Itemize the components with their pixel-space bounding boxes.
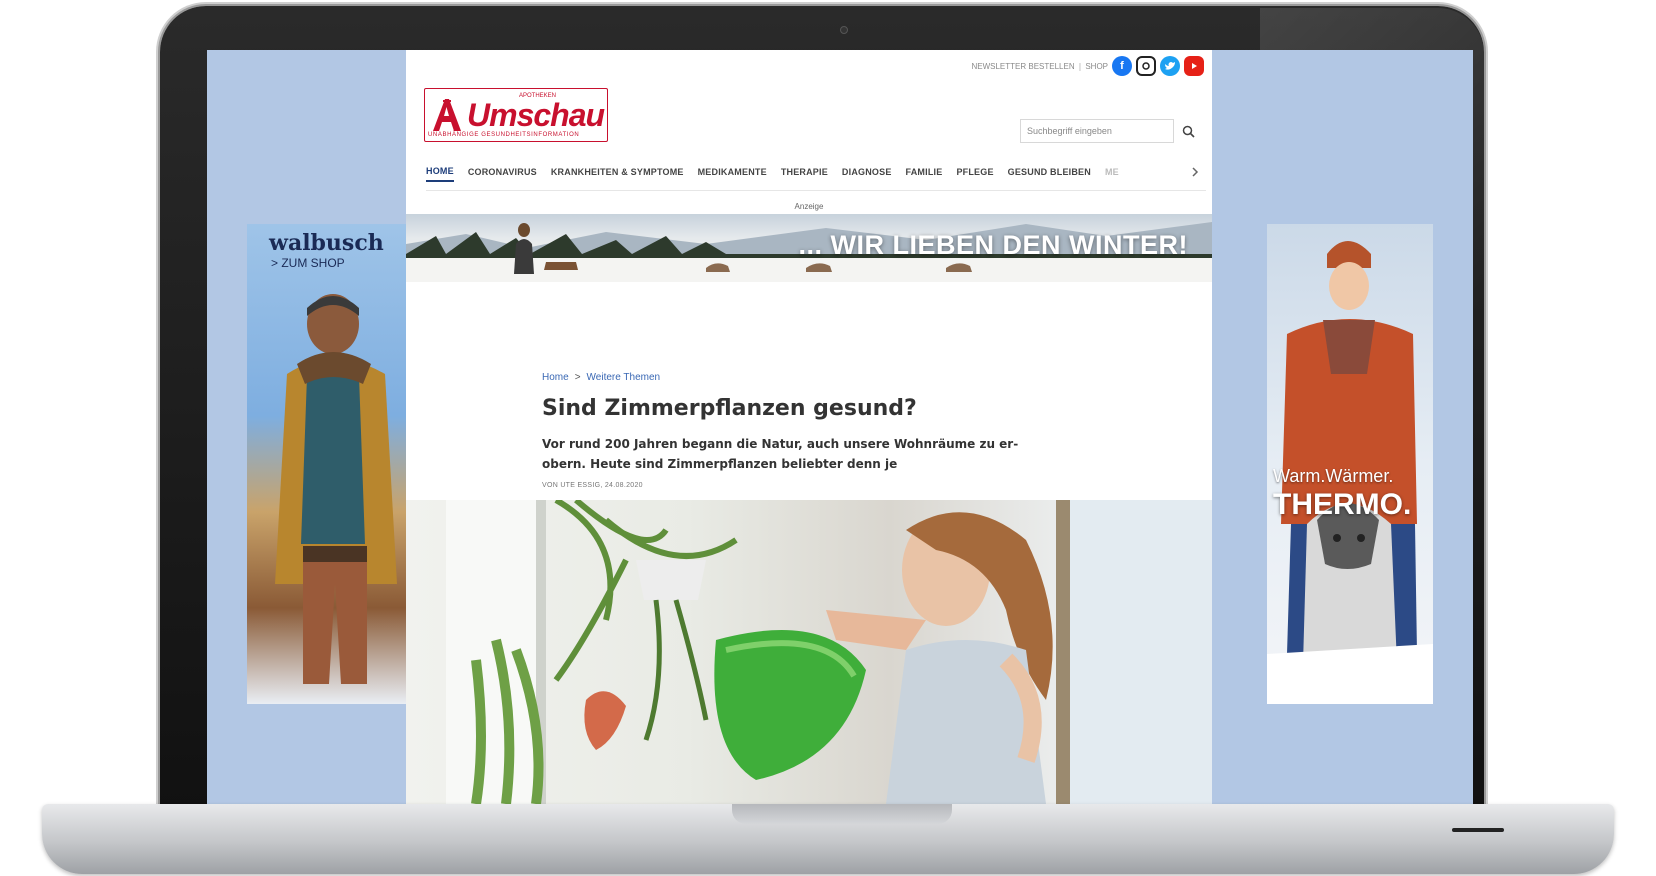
- logo-name: Umschau: [467, 97, 605, 133]
- breadcrumb-separator: >: [574, 372, 581, 383]
- laptop-base-notch: [732, 804, 952, 824]
- nav-item-pflege[interactable]: PFLEGE: [956, 167, 993, 181]
- nav-item-familie[interactable]: FAMILIE: [906, 167, 943, 181]
- browser-screen: walbusch > ZUM SHOP Warm.Wärmer. THERMO.…: [207, 50, 1473, 804]
- ad-left-model-image: [275, 294, 397, 684]
- ad-left-brand: walbusch: [269, 230, 384, 256]
- nav-item-coronavirus[interactable]: CORONAVIRUS: [468, 167, 537, 181]
- logo-tagline: UNABHÄNGIGE GESUNDHEITSINFORMATION: [428, 132, 580, 138]
- banner-headline: ... WIR LIEBEN DEN WINTER!: [798, 230, 1188, 260]
- instagram-icon[interactable]: [1136, 56, 1156, 76]
- facebook-icon[interactable]: f: [1112, 56, 1132, 76]
- topbar-separator: |: [1078, 61, 1082, 71]
- main-nav: HOME CORONAVIRUS KRANKHEITEN & SYMPTOME …: [426, 162, 1206, 186]
- hero-plant-woman-illustration: [446, 500, 1212, 804]
- search-bar: [1020, 118, 1206, 144]
- breadcrumb: Home > Weitere Themen: [542, 372, 660, 383]
- youtube-icon[interactable]: [1184, 56, 1204, 76]
- article-title: Sind Zimmerpflanzen gesund?: [542, 396, 917, 421]
- shop-link[interactable]: SHOP: [1085, 62, 1108, 71]
- ad-right-tagline: Warm.Wärmer.: [1273, 466, 1394, 486]
- article-hero-image: [406, 500, 1212, 804]
- logo-small-label: APOTHEKEN: [519, 93, 557, 99]
- nav-item-truncated[interactable]: ME: [1105, 167, 1119, 181]
- nav-item-home[interactable]: HOME: [426, 166, 454, 182]
- article-lead-line-2: obern. Heute sind Zimmerpflanzen beliebt…: [542, 457, 898, 471]
- winter-banner-ad[interactable]: ... WIR LIEBEN DEN WINTER!: [406, 214, 1212, 282]
- nav-divider: [426, 190, 1206, 191]
- laptop-base: [42, 804, 1614, 874]
- newsletter-link[interactable]: NEWSLETTER BESTELLEN: [971, 62, 1074, 71]
- ad-right-brand: THERMO.: [1273, 488, 1412, 521]
- ad-right-thermo[interactable]: Warm.Wärmer. THERMO.: [1267, 224, 1433, 704]
- article-byline: VON UTE ESSIG, 24.08.2020: [542, 482, 643, 489]
- chevron-right-icon[interactable]: [1190, 166, 1206, 182]
- ad-label: Anzeige: [794, 202, 824, 211]
- nav-item-therapie[interactable]: THERAPIE: [781, 167, 828, 181]
- topbar: NEWSLETTER BESTELLEN | SHOP f: [971, 56, 1204, 76]
- nav-item-medikamente[interactable]: MEDIKAMENTE: [698, 167, 767, 181]
- breadcrumb-home[interactable]: Home: [542, 372, 569, 383]
- breadcrumb-weitere-themen[interactable]: Weitere Themen: [587, 372, 661, 383]
- ad-right-model-image: [1267, 241, 1433, 704]
- search-input[interactable]: [1020, 119, 1174, 143]
- ad-left-walbusch[interactable]: walbusch > ZUM SHOP: [247, 224, 413, 704]
- nav-item-diagnose[interactable]: DIAGNOSE: [842, 167, 892, 181]
- search-icon[interactable]: [1174, 119, 1202, 143]
- nav-item-gesund-bleiben[interactable]: GESUND BLEIBEN: [1008, 167, 1091, 181]
- ad-left-cta[interactable]: > ZUM SHOP: [271, 256, 345, 270]
- article-lead-line-1: Vor rund 200 Jahren begann die Natur, au…: [542, 437, 1019, 451]
- article-lead: Vor rund 200 Jahren begann die Natur, au…: [542, 434, 1062, 474]
- laptop-status-light: [1452, 828, 1504, 832]
- apotheken-a-icon: [433, 99, 461, 131]
- site-main-column: NEWSLETTER BESTELLEN | SHOP f Umschau AP…: [406, 50, 1212, 804]
- twitter-icon[interactable]: [1160, 56, 1180, 76]
- nav-item-krankheiten[interactable]: KRANKHEITEN & SYMPTOME: [551, 167, 684, 181]
- webcam-icon: [840, 26, 848, 34]
